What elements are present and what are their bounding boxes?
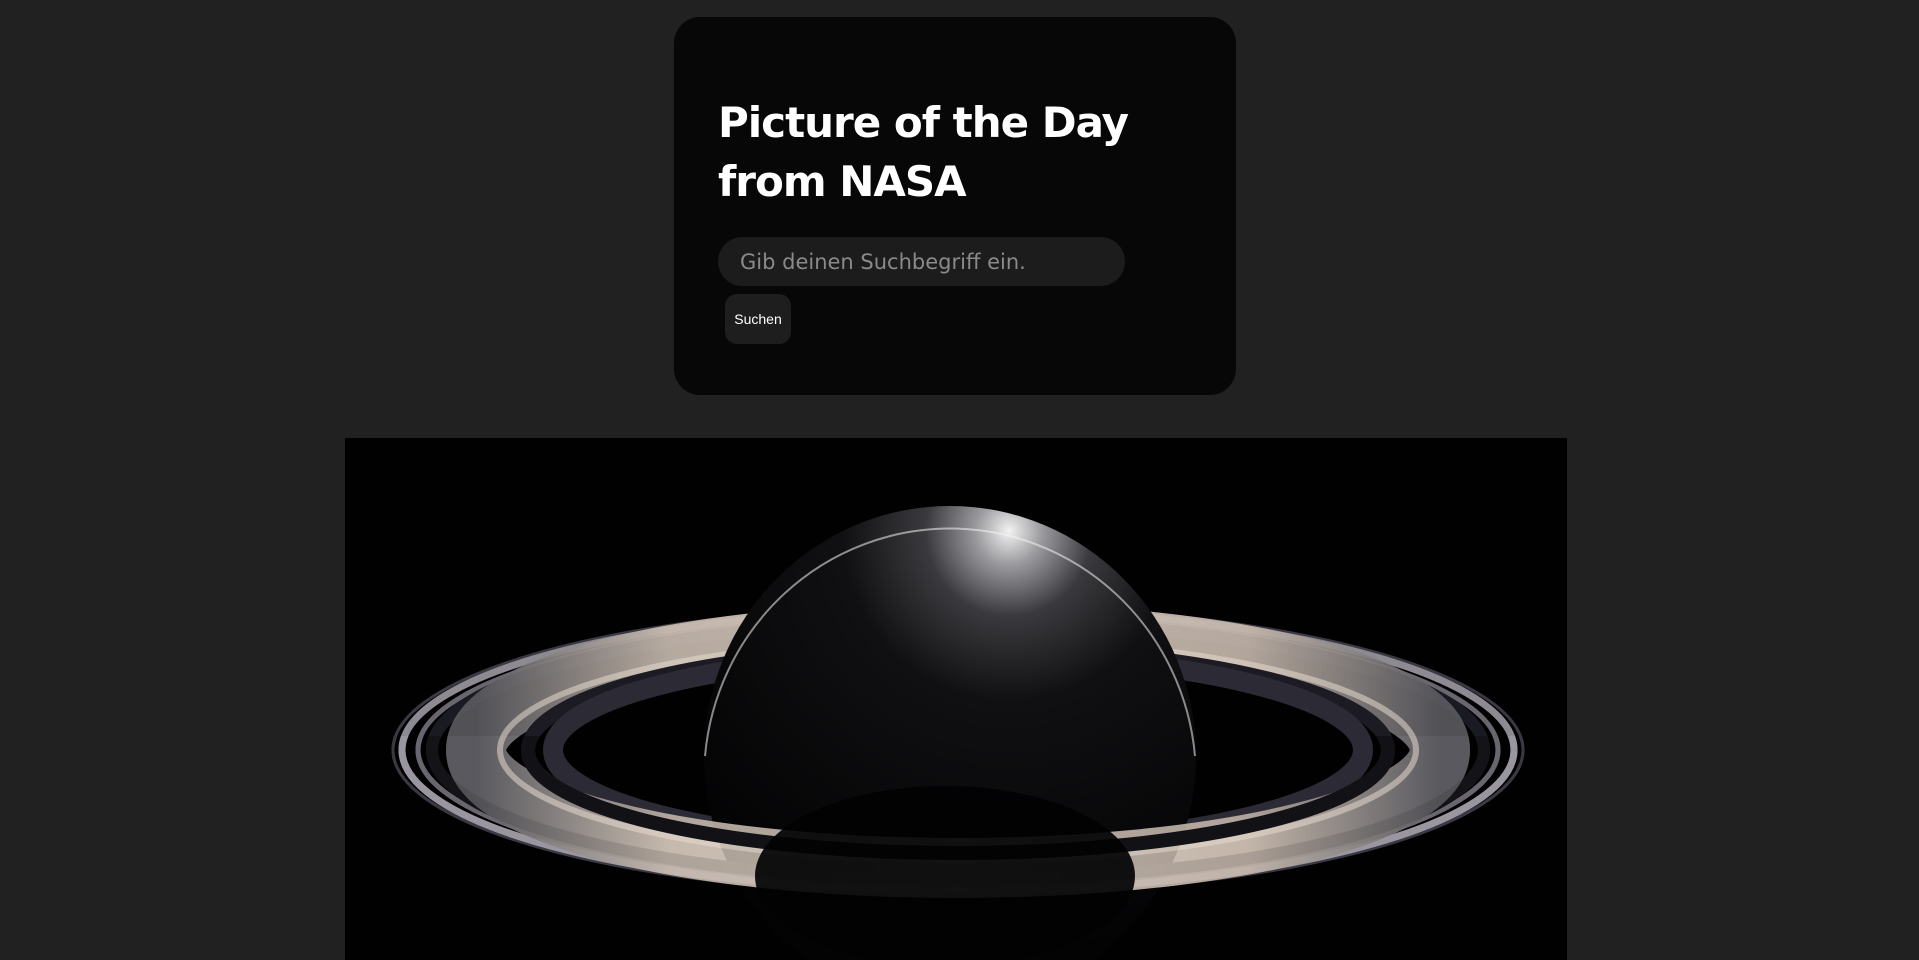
- search-card: Picture of the Day from NASA Suchen: [674, 17, 1236, 395]
- page: Picture of the Day from NASA Suchen: [0, 0, 1919, 960]
- search-button[interactable]: Suchen: [725, 294, 791, 344]
- page-title: Picture of the Day from NASA: [718, 98, 1129, 206]
- search-input[interactable]: [718, 237, 1125, 286]
- apod-image: [345, 438, 1567, 960]
- saturn-illustration: [391, 506, 1525, 960]
